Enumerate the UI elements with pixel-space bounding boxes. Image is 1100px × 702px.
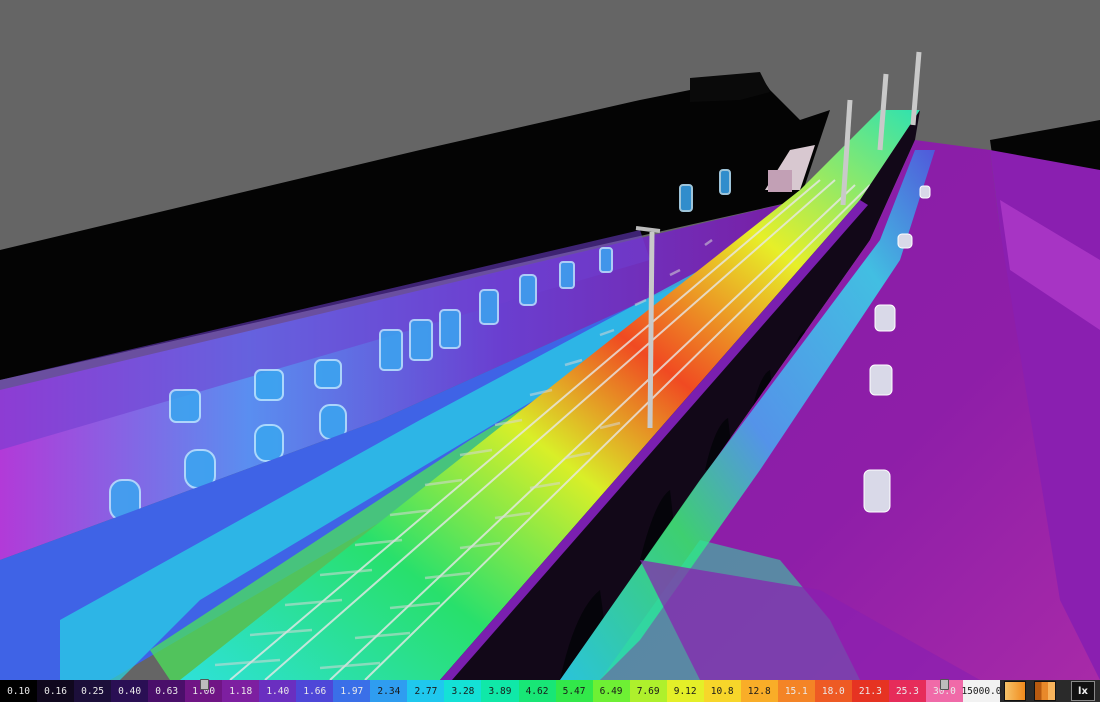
legend-value-label: 15000.0 (961, 680, 1002, 702)
legend-value-label: 0.25 (74, 680, 112, 702)
upper-range-handle[interactable] (940, 679, 950, 690)
legend-value-label: 0.63 (148, 680, 186, 702)
legend-value-label: 0.40 (111, 680, 149, 702)
legend-value-label: 9.12 (666, 680, 704, 702)
legend-value-label: 12.8 (740, 680, 778, 702)
legend-value-label: 10.8 (703, 680, 741, 702)
gradient-swatch-icon[interactable] (1004, 681, 1026, 701)
legend-value-label: 4.62 (518, 680, 556, 702)
legend-value-label: 21.3 (851, 680, 889, 702)
legend-value-label: 3.28 (444, 680, 482, 702)
legend-value-label: 2.34 (370, 680, 408, 702)
illuminance-scene (0, 0, 1100, 680)
bands-swatch-icon[interactable] (1034, 681, 1056, 701)
unit-lx-button[interactable]: lx (1071, 681, 1095, 701)
legend-value-label: 1.97 (333, 680, 371, 702)
legend-value-label: 18.0 (814, 680, 852, 702)
legend-value-label: 6.49 (592, 680, 630, 702)
false-color-legend: 0.10 0.16 0.25 0.40 0.63 1.00 1.18 1.40 1.66 1.97… (0, 679, 1100, 702)
lower-range-handle[interactable] (199, 679, 209, 690)
legend-value-label: 7.69 (629, 680, 667, 702)
render-viewport[interactable] (0, 0, 1100, 680)
legend-value-label: 5.47 (555, 680, 593, 702)
legend-value-label: 1.40 (259, 680, 297, 702)
legend-value-label: 2.77 (407, 680, 445, 702)
legend-value-label: 25.3 (888, 680, 926, 702)
color-scale[interactable]: 0.10 0.16 0.25 0.40 0.63 1.00 1.18 1.40 1.66 1.97… (0, 679, 1002, 702)
legend-value-label: 0.10 (0, 680, 38, 702)
legend-value-label: 3.89 (481, 680, 519, 702)
legend-value-label: 1.66 (296, 680, 334, 702)
legend-value-label: 15.1 (777, 680, 815, 702)
legend-value-label: 0.16 (37, 680, 75, 702)
legend-value-label: 1.18 (222, 680, 260, 702)
